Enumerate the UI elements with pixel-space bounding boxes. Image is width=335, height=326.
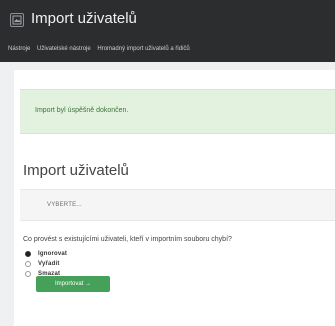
breadcrumb: Nástroje Uživatelské nástroje Hromadný i… — [8, 45, 195, 53]
breadcrumb-item-hromadny-import[interactable]: Hromadný import uživatelů a řidičů — [97, 46, 189, 52]
radio-selected-icon[interactable] — [25, 251, 31, 257]
radio-unselected-icon[interactable] — [25, 261, 31, 267]
choose-file-button[interactable]: VYBERTE... — [45, 199, 84, 212]
missing-users-question: Co provést s existujícími uživateli, kte… — [23, 236, 232, 243]
success-alert-message: Import byl úspěšně dokončen. — [35, 107, 129, 114]
import-button[interactable]: Importovat → — [36, 276, 110, 292]
breadcrumb-item-nastroje[interactable]: Nástroje — [8, 46, 30, 52]
image-icon — [10, 13, 24, 27]
radio-unselected-icon[interactable] — [25, 271, 31, 277]
top-header: Import uživatelů Nástroje Uživatelské ná… — [0, 0, 335, 62]
success-alert: Import byl úspěšně dokončen. — [20, 89, 335, 134]
file-upload-bar: VYBERTE... — [20, 189, 335, 221]
page-title: Import uživatelů — [31, 10, 137, 27]
breadcrumb-item-uzivatelske-nastroje[interactable]: Uživatelské nástroje — [37, 46, 91, 52]
import-section-title: Import uživatelů — [23, 162, 129, 179]
radio-option-label: Ignorovat — [38, 251, 68, 257]
radio-option-ignorovat[interactable]: Ignorovat — [25, 249, 67, 259]
radio-option-label: Vyřadit — [38, 261, 60, 267]
radio-option-vyradit[interactable]: Vyřadit — [25, 259, 60, 269]
